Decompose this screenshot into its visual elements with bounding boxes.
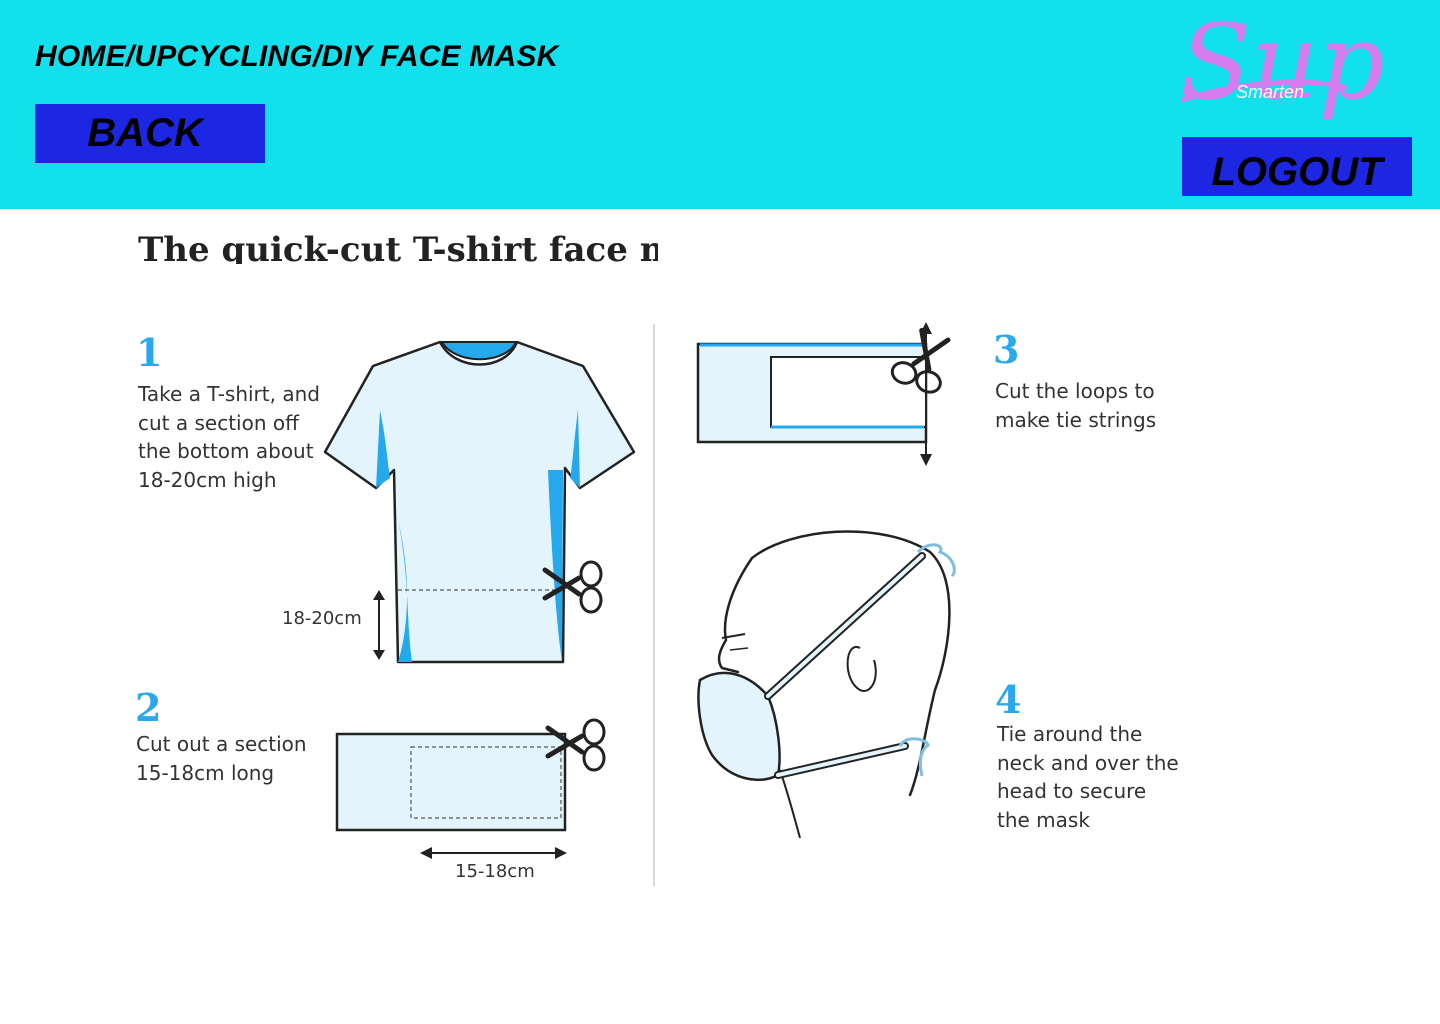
back-button[interactable]: BACK: [35, 104, 265, 163]
logo-sub-text: Smarten: [1236, 82, 1304, 102]
tie-loops-illustration: [696, 322, 956, 466]
guide-title-text: The quick-cut T-shirt face mask: [138, 230, 658, 264]
step-3-text: Cut the loops to make tie strings: [995, 379, 1157, 432]
length-dimension-label: 15-18cm: [455, 861, 535, 882]
step-3-number: 3: [993, 327, 1020, 372]
step-1-text: Take a T-shirt, and cut a section off th…: [138, 382, 320, 492]
height-dimension-label: 18-20cm: [282, 608, 362, 629]
step-2-text: Cut out a section 15-18cm long: [136, 732, 307, 785]
step-4-text: Tie around the neck and over the head to…: [997, 722, 1179, 832]
logout-button[interactable]: LOGOUT: [1182, 137, 1412, 196]
tshirt-illustration: [323, 340, 636, 664]
step-1-number: 1: [136, 330, 163, 375]
breadcrumb[interactable]: HOME/UPCYCLING/DIY FACE MASK: [35, 40, 558, 74]
logo-script-text: Sup: [1180, 6, 1385, 123]
fabric-section-illustration: [335, 720, 604, 859]
brand-logo[interactable]: Sup Smarten: [1172, 6, 1412, 124]
step-2-number: 2: [135, 685, 162, 730]
top-header: HOME/UPCYCLING/DIY FACE MASK BACK Sup Sm…: [0, 0, 1440, 209]
guide-title: The quick-cut T-shirt face mask: [138, 222, 658, 264]
mask-head-illustration: [697, 530, 956, 839]
step-4-number: 4: [995, 677, 1022, 722]
height-arrow: [373, 590, 385, 660]
